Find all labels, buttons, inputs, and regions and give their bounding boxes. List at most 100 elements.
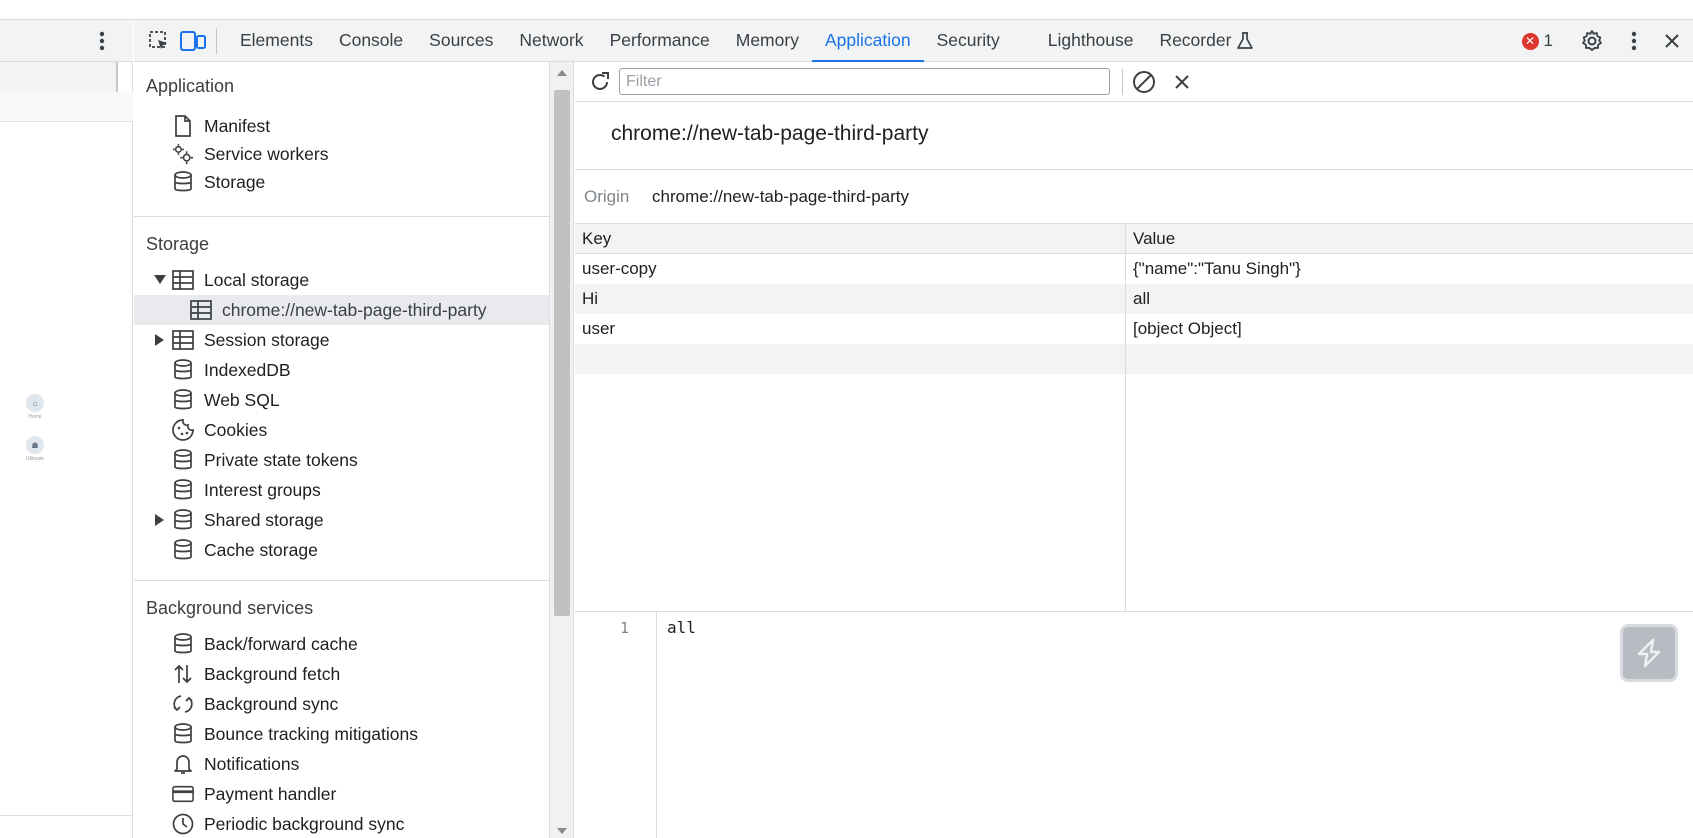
table-icon [190,299,212,321]
clear-all-icon[interactable] [1129,67,1159,97]
tabbar-right-controls: ✕ 1 [1521,20,1693,62]
column-header-key[interactable]: Key [575,224,1125,254]
line-number: 1 [619,619,629,637]
sidebar-item-back-forward-cache[interactable]: Back/forward cache [134,629,549,659]
database-icon [172,539,194,561]
tab-memory[interactable]: Memory [723,20,812,62]
sidebar-item-local-storage-origin[interactable]: chrome://new-tab-page-third-party [134,295,549,325]
tab-performance[interactable]: Performance [597,20,723,62]
tab-security[interactable]: Security [924,20,1013,62]
preview-code-text: all [667,618,696,637]
column-divider [1125,224,1126,612]
column-header-value[interactable]: Value [1126,224,1693,254]
cookie-icon [172,419,194,441]
filter-input[interactable] [619,68,1110,95]
expand-triangle-right-icon[interactable] [154,334,166,346]
sidebar-item-label: Service workers [204,143,329,164]
sidebar-item-private-state-tokens[interactable]: Private state tokens [134,445,549,475]
storage-toolbar [575,62,1693,102]
sidebar-item-payment-handler[interactable]: Payment handler [134,779,549,809]
database-icon [172,509,194,531]
database-icon [172,633,194,655]
sidebar-item-shared-storage[interactable]: Shared storage [134,505,549,535]
sidebar-item-cache-storage[interactable]: Cache storage [134,535,549,565]
sidebar-item-manifest[interactable]: Manifest [134,111,549,141]
sidebar-item-local-storage[interactable]: Local storage [134,265,549,295]
mini-app-home[interactable]: ⌂ Home [24,394,46,420]
sidebar-item-background-fetch[interactable]: Background fetch [134,659,549,689]
sidebar-item-label: Storage [204,171,266,192]
tab-lighthouse[interactable]: Lighthouse [1035,20,1147,62]
page-toolbar [0,20,133,62]
floating-extension-button[interactable] [1620,624,1678,682]
sidebar-item-indexeddb[interactable]: IndexedDB [134,355,549,385]
kebab-menu-icon[interactable] [92,30,112,52]
sidebar-item-label: Manifest [204,115,271,136]
mini-app-ultimate[interactable]: ☗ Ultimate [24,436,46,462]
table-row-empty[interactable] [575,344,1693,374]
updown-arrows-icon [172,663,194,685]
cell-value: [object Object] [1133,319,1242,338]
sidebar-item-label: Background sync [204,693,339,714]
origin-label: Origin [584,186,630,206]
sidebar-item-label: Cookies [204,419,268,440]
grid-header: Key Value [575,224,1693,254]
origin-row: Origin chrome://new-tab-page-third-party [575,169,1693,224]
table-icon [172,269,194,291]
inspected-page-area: ⌂ Home ☗ Ultimate [0,20,133,838]
devtools-tabbar: Elements Console Sources Network Perform… [134,20,1693,62]
sidebar-item-background-sync[interactable]: Background sync [134,689,549,719]
expand-triangle-right-icon[interactable] [154,514,166,526]
section-divider [134,580,549,581]
divider [0,815,133,816]
tab-recorder[interactable]: Recorder [1146,20,1266,62]
scrollbar-thumb[interactable] [554,90,570,616]
sidebar-item-session-storage[interactable]: Session storage [134,325,549,355]
sidebar-item-label: Shared storage [204,509,324,530]
sidebar-item-label: Web SQL [204,389,280,410]
sidebar-item-storage[interactable]: Storage [134,167,549,197]
sidebar-item-label: IndexedDB [204,359,291,380]
database-icon [172,389,194,411]
bell-icon [172,753,194,775]
tab-application[interactable]: Application [811,20,924,62]
app-icon: ☗ [26,436,44,454]
storage-main-panel: chrome://new-tab-page-third-party Origin… [575,62,1693,838]
tab-console[interactable]: Console [326,20,416,62]
tab-elements[interactable]: Elements [227,20,326,62]
inspect-element-icon[interactable] [144,26,174,56]
close-devtools-icon[interactable] [1657,26,1687,56]
sidebar-item-service-workers[interactable]: Service workers [134,139,549,169]
sync-icon [172,693,194,715]
table-row[interactable]: user-copy {"name":"Tanu Singh"} [575,254,1693,284]
mini-app-label: Ultimate [25,456,45,462]
settings-gear-icon[interactable] [1577,26,1607,56]
app-icon: ⌂ [26,394,44,412]
database-icon [172,449,194,471]
sidebar-item-bounce-tracking[interactable]: Bounce tracking mitigations [134,719,549,749]
storage-data-grid: Key Value user-copy {"name":"Tanu Singh"… [575,224,1693,612]
sidebar-item-cookies[interactable]: Cookies [134,415,549,445]
card-icon [172,783,194,805]
sidebar-item-label: Back/forward cache [204,633,358,654]
sidebar-item-interest-groups[interactable]: Interest groups [134,475,549,505]
refresh-icon[interactable] [585,67,615,97]
device-toolbar-icon[interactable] [178,26,208,56]
tab-sources[interactable]: Sources [416,20,506,62]
scroll-down-arrow-icon[interactable] [557,828,567,834]
origin-value: chrome://new-tab-page-third-party [652,186,910,206]
sidebar-item-periodic-background-sync[interactable]: Periodic background sync [134,809,549,838]
sidebar-item-notifications[interactable]: Notifications [134,749,549,779]
tab-network[interactable]: Network [506,20,596,62]
error-count-badge[interactable]: ✕ 1 [1521,31,1553,51]
table-row[interactable]: user [object Object] [575,314,1693,344]
delete-selected-icon[interactable] [1167,67,1197,97]
sidebar-item-websql[interactable]: Web SQL [134,385,549,415]
cell-key: user-copy [582,259,657,278]
sidebar-scrollbar[interactable] [550,62,574,838]
more-options-icon[interactable] [1619,26,1649,56]
database-icon [172,171,194,193]
scroll-up-arrow-icon[interactable] [557,70,567,76]
table-row-selected[interactable]: Hi all [575,284,1693,314]
expand-triangle-down-icon[interactable] [154,274,166,286]
